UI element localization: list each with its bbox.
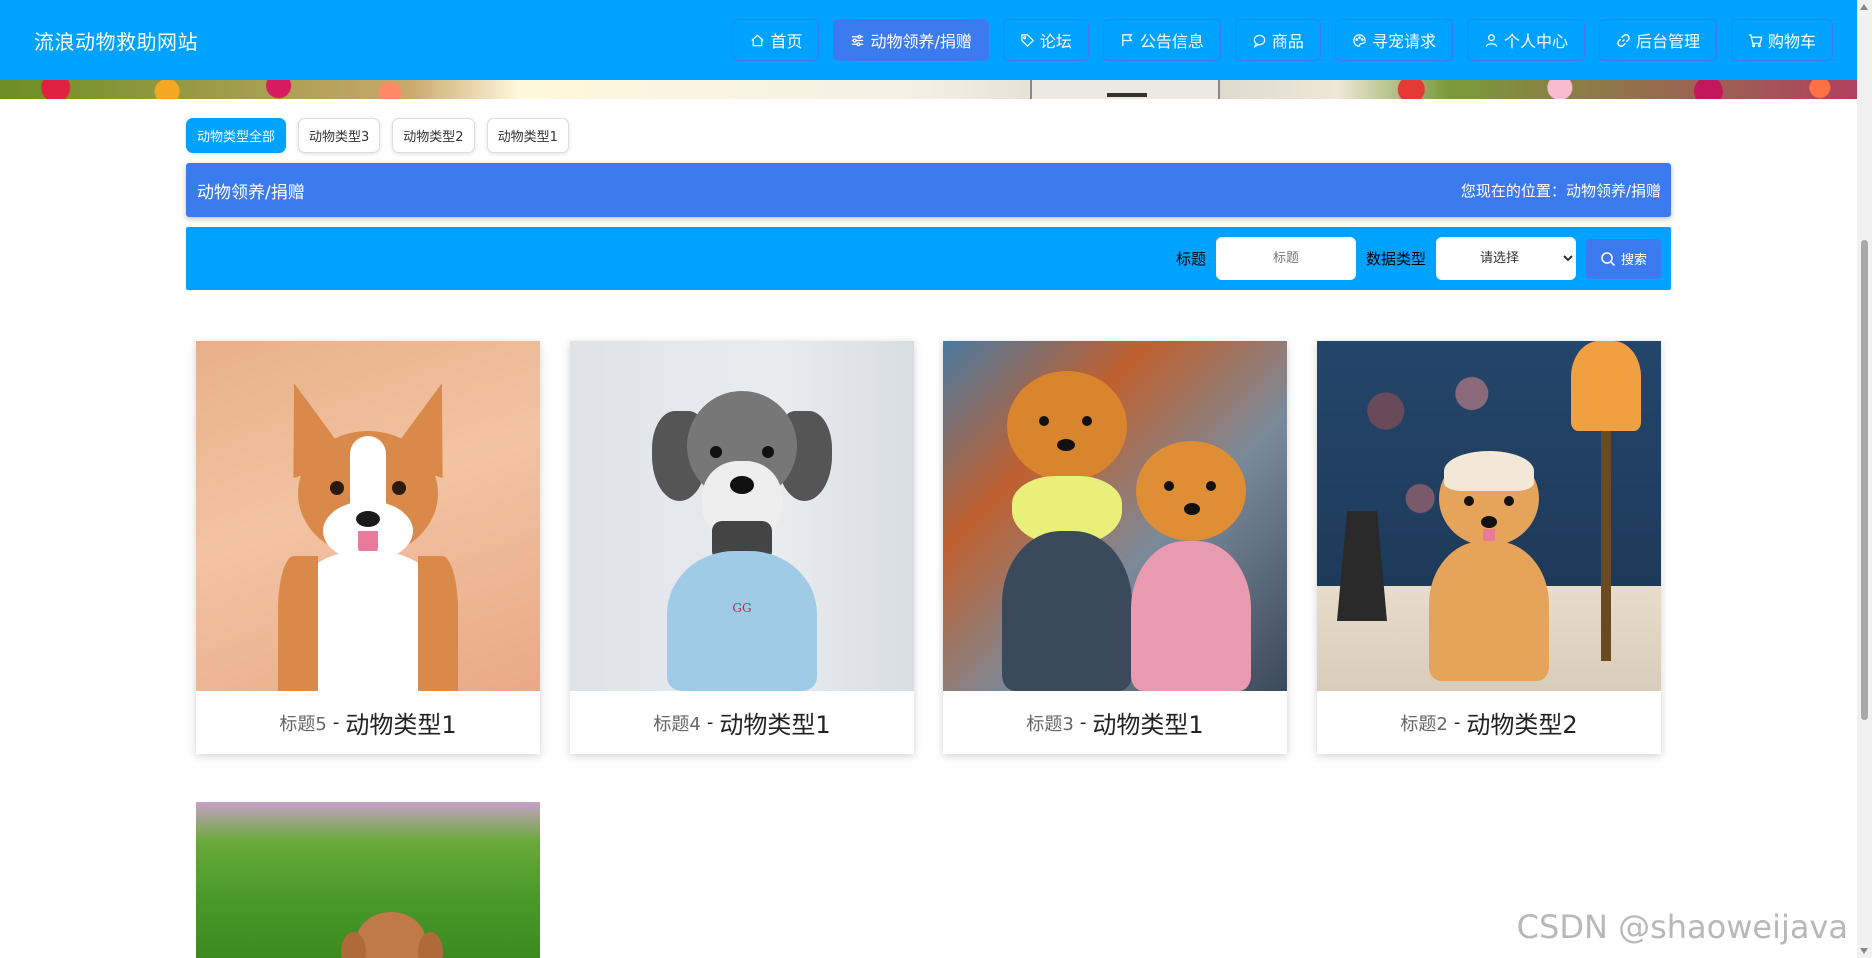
search-button[interactable]: 搜索 xyxy=(1585,238,1661,279)
category-tab-all[interactable]: 动物类型全部 xyxy=(186,118,287,153)
top-navbar: 流浪动物救助网站 首页 动物领养/捐赠 论坛 公告信息 商品 寻宠请求 个人中心 xyxy=(0,0,1857,80)
nav-item-label: 公告信息 xyxy=(1139,32,1204,51)
home-icon xyxy=(751,34,765,46)
nav-item-label: 后台管理 xyxy=(1635,32,1700,51)
search-icon xyxy=(1601,251,1616,266)
card-type: 动物类型1 xyxy=(345,711,457,739)
scrollbar-thumb[interactable] xyxy=(1861,240,1868,720)
card-separator: - xyxy=(706,712,714,733)
card-caption[interactable]: 标题4 - 动物类型1 xyxy=(570,691,914,754)
category-tab-type1[interactable]: 动物类型1 xyxy=(486,118,569,153)
tag-icon xyxy=(1021,33,1034,47)
animal-card[interactable]: 标题5 - 动物类型1 xyxy=(196,341,540,754)
card-separator: - xyxy=(1453,712,1461,733)
nav-item-profile[interactable]: 个人中心 xyxy=(1466,19,1585,61)
location-label: 您现在的位置： xyxy=(1460,181,1566,200)
animal-card[interactable] xyxy=(196,802,540,958)
link-icon xyxy=(1617,33,1630,47)
nav-item-label: 寻宠请求 xyxy=(1371,32,1436,51)
nav-menu: 首页 动物领养/捐赠 论坛 公告信息 商品 寻宠请求 个人中心 后台管理 购物车 xyxy=(733,19,1833,61)
nav-item-label: 商品 xyxy=(1271,32,1304,51)
nav-item-admin[interactable]: 后台管理 xyxy=(1598,19,1717,61)
nav-item-label: 个人中心 xyxy=(1503,32,1568,51)
card-separator: - xyxy=(332,712,340,733)
cart-icon xyxy=(1748,33,1763,47)
nav-item-label: 购物车 xyxy=(1767,32,1816,51)
card-title: 标题2 xyxy=(1400,713,1448,735)
palette-icon xyxy=(1353,33,1366,47)
card-type: 动物类型2 xyxy=(1466,711,1578,739)
data-type-select[interactable]: 请选择 xyxy=(1435,237,1576,280)
current-location: 您现在的位置：动物领养/捐赠 xyxy=(1461,180,1661,201)
site-title[interactable]: 流浪动物救助网站 xyxy=(34,26,198,55)
scroll-down-icon[interactable] xyxy=(1860,948,1868,954)
animal-photo[interactable] xyxy=(196,341,540,691)
animal-photo[interactable] xyxy=(1317,341,1661,691)
title-search-input[interactable] xyxy=(1215,237,1356,280)
animal-card[interactable]: 标题3 - 动物类型1 xyxy=(943,341,1287,754)
flag-icon xyxy=(1122,33,1133,46)
animal-card[interactable]: 标题2 - 动物类型2 xyxy=(1317,341,1661,754)
card-title: 标题3 xyxy=(1026,713,1074,735)
banner-image xyxy=(0,80,1857,99)
dog-illustration xyxy=(265,373,471,691)
location-link[interactable]: 动物领养/捐赠 xyxy=(1566,182,1661,200)
chat-icon xyxy=(1253,34,1266,48)
nav-item-label: 首页 xyxy=(770,32,803,51)
dog-illustration xyxy=(1419,451,1559,681)
breadcrumb: 动物领养/捐赠 您现在的位置：动物领养/捐赠 xyxy=(186,163,1671,217)
card-title: 标题5 xyxy=(279,713,327,735)
nav-item-label: 动物领养/捐赠 xyxy=(870,32,972,51)
nav-item-goods[interactable]: 商品 xyxy=(1234,19,1321,61)
nav-item-forum[interactable]: 论坛 xyxy=(1002,19,1089,61)
nav-item-pet-search[interactable]: 寻宠请求 xyxy=(1334,19,1453,61)
scroll-up-icon[interactable] xyxy=(1860,4,1868,10)
animal-photo[interactable] xyxy=(196,802,540,958)
category-tab-type3[interactable]: 动物类型3 xyxy=(298,118,381,153)
search-bar: 标题 数据类型 请选择 搜索 xyxy=(186,227,1671,290)
type-field-label: 数据类型 xyxy=(1365,250,1426,268)
animal-photo[interactable] xyxy=(943,341,1287,691)
nav-item-label: 论坛 xyxy=(1039,32,1072,51)
user-icon xyxy=(1485,33,1498,47)
dog-illustration: GG xyxy=(642,371,842,691)
card-caption[interactable]: 标题2 - 动物类型2 xyxy=(1317,691,1661,754)
page-title: 动物领养/捐赠 xyxy=(197,182,305,203)
card-separator: - xyxy=(1079,712,1087,733)
card-caption[interactable]: 标题3 - 动物类型1 xyxy=(943,691,1287,754)
page-scrollbar[interactable] xyxy=(1857,0,1872,958)
card-title: 标题4 xyxy=(653,713,701,735)
animal-card[interactable]: GG 标题4 - 动物类型1 xyxy=(570,341,914,754)
card-caption[interactable]: 标题5 - 动物类型1 xyxy=(196,691,540,754)
title-field-label: 标题 xyxy=(1175,250,1206,268)
watermark: CSDN @shaoweijava xyxy=(1516,908,1848,946)
animal-photo[interactable]: GG xyxy=(570,341,914,691)
category-tabs: 动物类型全部 动物类型3 动物类型2 动物类型1 xyxy=(186,118,569,153)
card-type: 动物类型1 xyxy=(1092,711,1204,739)
category-tab-type2[interactable]: 动物类型2 xyxy=(392,118,475,153)
nav-item-cart[interactable]: 购物车 xyxy=(1730,19,1833,61)
dog-illustration xyxy=(1116,431,1266,691)
nav-item-adoption[interactable]: 动物领养/捐赠 xyxy=(833,19,989,61)
card-type: 动物类型1 xyxy=(719,711,831,739)
nav-item-notice[interactable]: 公告信息 xyxy=(1102,19,1221,61)
nav-item-home[interactable]: 首页 xyxy=(733,19,820,61)
search-button-label: 搜索 xyxy=(1620,252,1647,267)
sliders-icon xyxy=(852,34,864,46)
